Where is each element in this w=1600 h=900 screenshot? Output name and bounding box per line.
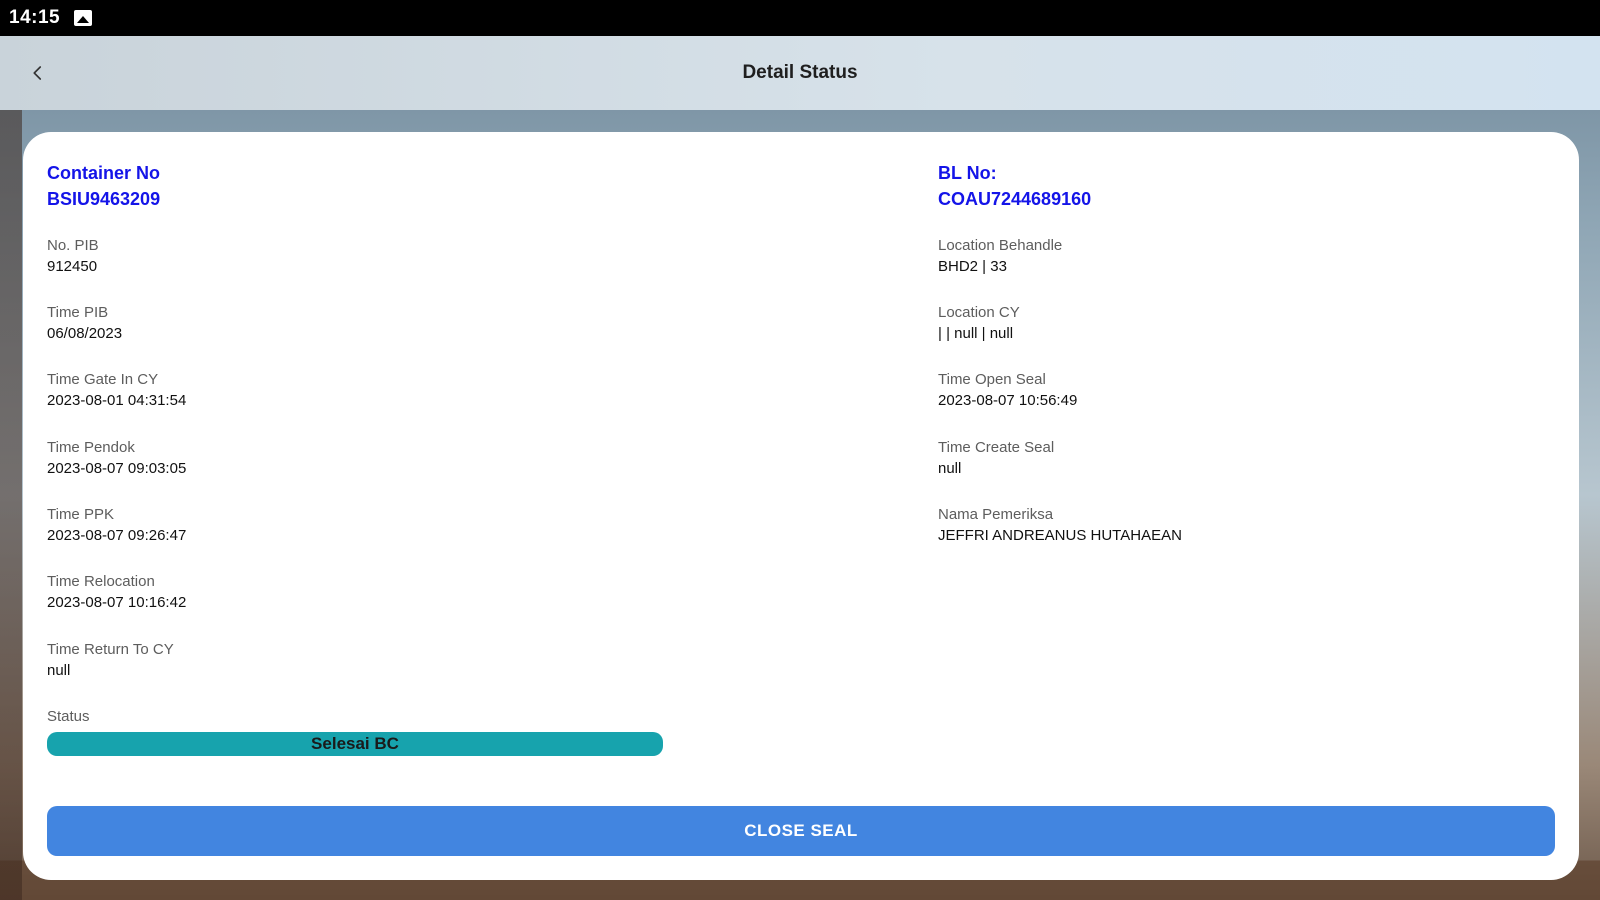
- field-value: 2023-08-07 09:03:05: [47, 460, 187, 477]
- field-value: 2023-08-01 04:31:54: [47, 392, 187, 409]
- field-location-behandle: Location Behandle BHD2 | 33: [938, 236, 1062, 278]
- field-label: Time PPK: [47, 506, 114, 523]
- field-location-cy: Location CY | | null | null: [938, 303, 1020, 345]
- field-time-gate-in-cy: Time Gate In CY 2023-08-01 04:31:54: [47, 370, 186, 412]
- field-label: Nama Pemeriksa: [938, 506, 1054, 523]
- field-no-pib: No. PIB 912450: [47, 236, 99, 278]
- status-section: Status: [47, 707, 90, 727]
- field-value: 06/08/2023: [47, 325, 123, 342]
- close-seal-label: CLOSE SEAL: [744, 821, 858, 840]
- field-label: Time Open Seal: [938, 371, 1046, 388]
- field-label: Time Return To CY: [47, 641, 174, 658]
- status-value: Selesai BC: [311, 734, 399, 753]
- field-value: null: [938, 460, 962, 477]
- field-value: BHD2 | 33: [938, 258, 1007, 275]
- field-time-return-to-cy: Time Return To CY null: [47, 640, 174, 682]
- chevron-left-icon: [33, 66, 42, 80]
- bl-no-value: COAU7244689160: [938, 189, 1092, 209]
- image-icon: [74, 10, 93, 26]
- back-button[interactable]: [18, 53, 58, 93]
- field-label: Time Create Seal: [938, 439, 1055, 456]
- page-title: Detail Status: [742, 62, 858, 83]
- container-no-label: Container No: [47, 163, 161, 183]
- field-label: Location CY: [938, 304, 1020, 321]
- field-time-pendok: Time Pendok 2023-08-07 09:03:05: [47, 438, 186, 480]
- field-label: Location Behandle: [938, 237, 1063, 254]
- detail-card: Container No BSIU9463209 BL No: COAU7244…: [23, 132, 1579, 880]
- field-label: No. PIB: [47, 237, 99, 254]
- status-label: Status: [47, 708, 90, 725]
- app-bar: Detail Status: [0, 36, 1600, 110]
- field-value: 2023-08-07 10:56:49: [938, 392, 1078, 409]
- bl-no-label: BL No:: [938, 163, 997, 183]
- field-time-ppk: Time PPK 2023-08-07 09:26:47: [47, 505, 186, 547]
- field-value: | | null | null: [938, 325, 1014, 342]
- status-badge: Selesai BC: [47, 732, 663, 756]
- field-time-create-seal: Time Create Seal null: [938, 438, 1054, 480]
- field-value: 912450: [47, 258, 98, 275]
- screen: 14:15 Detail Status Container No BSIU946…: [0, 0, 1600, 900]
- field-time-relocation: Time Relocation 2023-08-07 10:16:42: [47, 572, 186, 614]
- field-label: Time Gate In CY: [47, 371, 159, 388]
- clock: 14:15: [9, 7, 61, 28]
- field-label: Time PIB: [47, 304, 109, 321]
- field-time-open-seal: Time Open Seal 2023-08-07 10:56:49: [938, 370, 1077, 412]
- field-value: 2023-08-07 10:16:42: [47, 594, 187, 611]
- close-seal-button[interactable]: CLOSE SEAL: [47, 806, 1555, 856]
- field-value: null: [47, 662, 71, 679]
- system-status-bar: 14:15: [0, 0, 1600, 36]
- container-no-value: BSIU9463209: [47, 189, 161, 209]
- right-column: BL No: COAU7244689160: [938, 160, 1538, 212]
- left-column: Container No BSIU9463209: [47, 160, 867, 212]
- field-label: Time Pendok: [47, 439, 135, 456]
- field-value: 2023-08-07 09:26:47: [47, 527, 187, 544]
- field-value: JEFFRI ANDREANUS HUTAHAEAN: [938, 527, 1182, 544]
- field-nama-pemeriksa: Nama Pemeriksa JEFFRI ANDREANUS HUTAHAEA…: [938, 505, 1182, 547]
- field-time-pib: Time PIB 06/08/2023: [47, 303, 122, 345]
- field-label: Time Relocation: [47, 573, 155, 590]
